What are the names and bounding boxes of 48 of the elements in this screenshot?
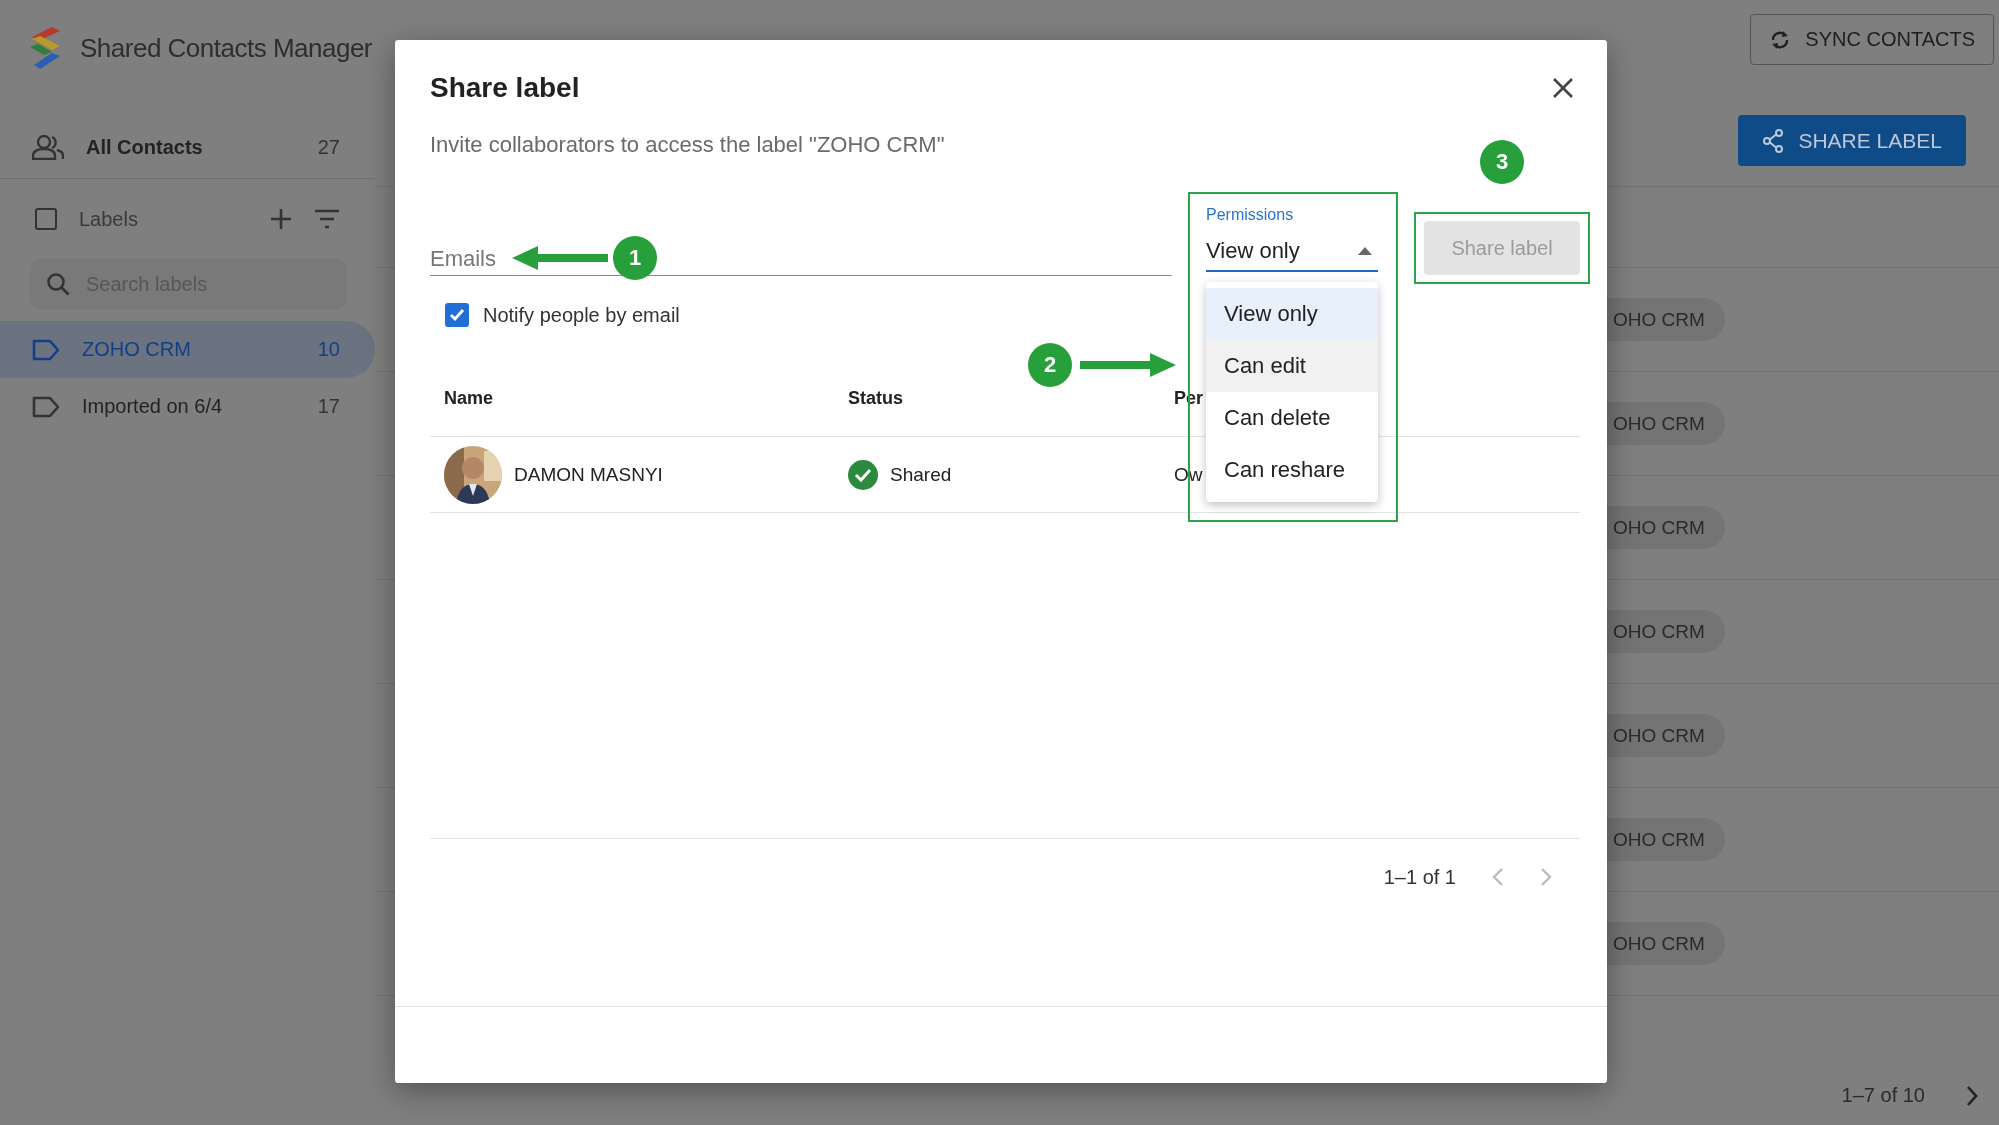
- checkbox[interactable]: [445, 303, 469, 327]
- next-page-icon[interactable]: [1540, 867, 1552, 887]
- label-chip: OHO CRM: [1607, 506, 1725, 549]
- check-icon: [449, 308, 465, 322]
- permissions-dropdown[interactable]: View only: [1206, 232, 1378, 272]
- tag-icon: [32, 395, 60, 418]
- share-icon: [1762, 128, 1785, 153]
- step-badge: 3: [1480, 140, 1524, 184]
- label-item[interactable]: Imported on 6/4 17: [0, 378, 375, 435]
- checkbox-label: Notify people by email: [483, 303, 680, 327]
- people-icon: [32, 134, 64, 160]
- status-text: Shared: [890, 463, 952, 486]
- label-chip: OHO CRM: [1607, 714, 1725, 757]
- label-chip: OHO CRM: [1607, 922, 1725, 965]
- dialog-subtitle: Invite collaborators to access the label "ZOHO CRM": [430, 132, 946, 158]
- caret-up-icon: [1358, 247, 1372, 255]
- add-icon[interactable]: [270, 208, 292, 230]
- close-icon: [1552, 77, 1574, 99]
- search-icon: [46, 272, 70, 296]
- label-chip: OHO CRM: [1607, 298, 1725, 341]
- step-badge: 2: [1028, 343, 1072, 387]
- previous-page-icon[interactable]: [1492, 867, 1504, 887]
- check-circle-icon: [848, 459, 878, 490]
- menu-item[interactable]: View only: [1206, 288, 1378, 340]
- menu-item[interactable]: Can edit: [1206, 340, 1378, 392]
- filter-icon[interactable]: [314, 209, 340, 229]
- field-label: Permissions: [1206, 206, 1294, 224]
- next-page-icon[interactable]: [1965, 1085, 1979, 1107]
- checkbox[interactable]: [35, 208, 57, 230]
- dialog-title: Share label: [430, 72, 580, 104]
- label-chip: OHO CRM: [1607, 402, 1725, 445]
- sync-button[interactable]: SYNC CONTACTS: [1750, 14, 1994, 65]
- logo-icon: [30, 27, 62, 69]
- label-chip: OHO CRM: [1607, 610, 1725, 653]
- share-label-button[interactable]: SHARE LABEL: [1738, 115, 1966, 166]
- menu-item[interactable]: Can reshare: [1206, 444, 1378, 496]
- pagination-text: 1–1 of 1: [1383, 865, 1456, 889]
- column-header: Name: [444, 387, 495, 409]
- app-title: Shared Contacts Manager: [80, 32, 372, 64]
- contact-name: DAMON MASNYI: [514, 463, 663, 486]
- tag-icon: [32, 338, 60, 361]
- all-contacts-item[interactable]: All Contacts 27: [0, 116, 375, 179]
- pagination-text: 1–7 of 10: [1841, 1084, 1925, 1107]
- labels-heading: Labels: [79, 207, 139, 231]
- menu-item[interactable]: Can delete: [1206, 392, 1378, 444]
- step-badge: 1: [613, 236, 657, 280]
- column-header: Status: [848, 387, 904, 409]
- label-chip: OHO CRM: [1607, 818, 1725, 861]
